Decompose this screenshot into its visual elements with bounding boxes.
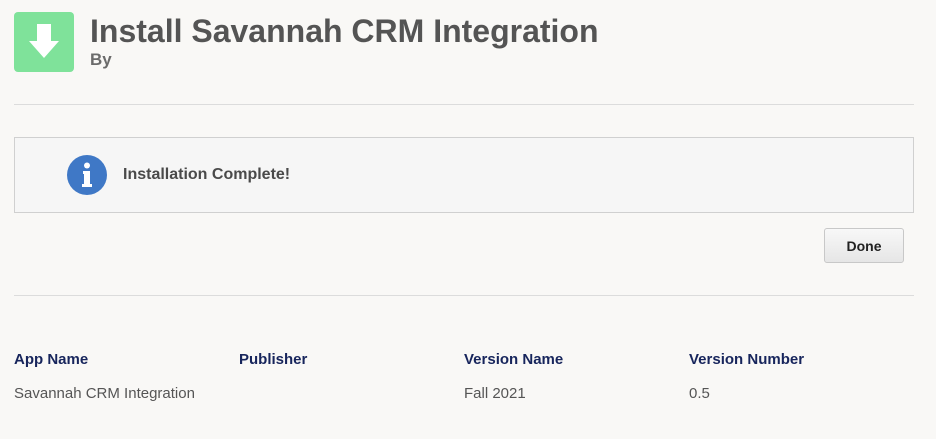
publisher-by-label: By bbox=[90, 50, 112, 69]
version-name-value: Fall 2021 bbox=[464, 385, 526, 402]
column-header-version-name: Version Name bbox=[464, 351, 564, 368]
status-message-box: Installation Complete! bbox=[14, 137, 914, 213]
version-number-value: 0.5 bbox=[689, 385, 710, 402]
info-icon bbox=[67, 155, 107, 195]
column-header-version-number: Version Number bbox=[689, 351, 805, 368]
status-message-text: Installation Complete! bbox=[123, 166, 291, 183]
download-arrow-icon bbox=[14, 12, 74, 72]
divider bbox=[14, 104, 914, 105]
page-title: Install Savannah CRM Integration bbox=[90, 13, 599, 49]
app-name-value: Savannah CRM Integration bbox=[14, 385, 195, 402]
column-header-publisher: Publisher bbox=[239, 351, 308, 368]
done-button[interactable]: Done bbox=[824, 228, 904, 263]
divider bbox=[14, 295, 914, 296]
column-header-app-name: App Name bbox=[14, 351, 89, 368]
